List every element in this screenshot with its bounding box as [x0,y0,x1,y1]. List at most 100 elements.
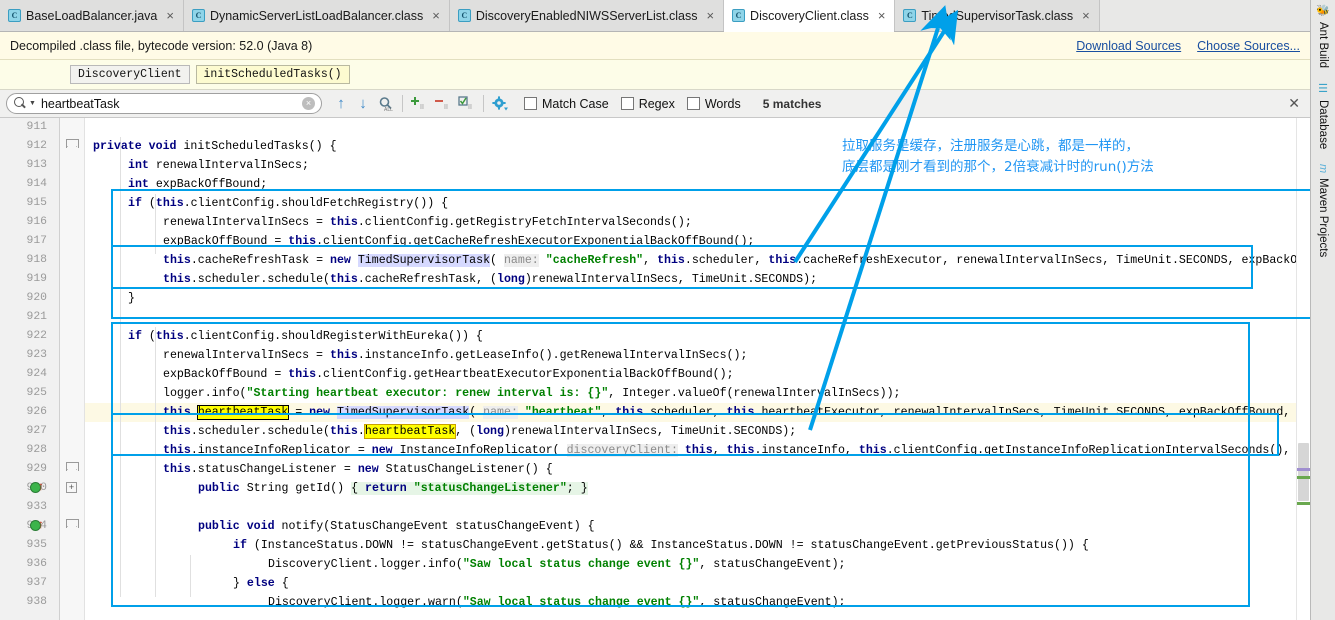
code-folding-gutter[interactable]: + [60,118,85,620]
search-input[interactable] [38,95,302,112]
words-checkbox[interactable]: Words [686,97,741,111]
code-line: if (this.clientConfig.shouldRegisterWith… [128,330,483,343]
code-line: int renewalIntervalInSecs; [128,159,309,172]
code-line: renewalIntervalInSecs = this.instanceInf… [163,349,748,362]
code-editor[interactable]: 911 912 913 914 915 916 917 918 919 920 … [0,118,1310,620]
line-number-gutter: 911 912 913 914 915 916 917 918 919 920 … [0,118,60,620]
code-line: this.scheduler.schedule(this.cacheRefres… [163,273,818,286]
line-number: 921 [26,311,47,323]
svg-text:ALL: ALL [384,107,393,112]
find-previous-button[interactable]: ↑ [330,95,352,112]
tab-bar-filler [1099,0,1310,31]
regex-checkbox[interactable]: Regex [620,97,675,111]
line-number: 927 [26,425,47,437]
line-number: 915 [26,197,47,209]
line-number: 925 [26,387,47,399]
code-line: DiscoveryClient.logger.warn("Saw local s… [268,596,846,609]
tab-label: DynamicServerListLoadBalancer.class [209,8,424,23]
decompiled-notice-text: Decompiled .class file, bytecode version… [10,38,313,53]
code-line: if (this.clientConfig.shouldFetchRegistr… [128,197,449,210]
method-overrides-icon[interactable]: ↑ [30,518,44,533]
right-tool-strip: 🐝 Ant Build ☰ Database m Maven Projects [1310,0,1335,620]
breadcrumb-item-class[interactable]: DiscoveryClient [70,65,190,84]
line-number: 920 [26,292,47,304]
fold-marker-expand[interactable]: + [66,482,77,493]
choose-sources-link[interactable]: Choose Sources... [1197,39,1300,53]
line-number: 926 [26,406,47,418]
database-icon: ☰ [1316,82,1329,96]
line-number: 917 [26,235,47,247]
fold-marker-collapse[interactable] [66,519,79,533]
ide-window: C BaseLoadBalancer.java × C DynamicServe… [0,0,1335,620]
java-class-icon: C [732,9,746,22]
line-number: 918 [26,254,47,266]
line-number: 914 [26,178,47,190]
tab-close-icon[interactable]: × [1082,9,1090,22]
code-line: this.instanceInfoReplicator = new Instan… [163,441,1310,460]
code-line: expBackOffBound = this.clientConfig.getH… [163,368,734,381]
clear-search-icon[interactable]: × [302,97,315,110]
code-line: int expBackOffBound; [128,178,268,191]
line-number: 912 [26,140,47,152]
tab-close-icon[interactable]: × [166,9,174,22]
tool-tab-database[interactable]: ☰ Database [1317,78,1330,159]
tab-label: DiscoveryClient.class [750,8,869,23]
tab-close-icon[interactable]: × [706,9,714,22]
scroll-marker[interactable] [1297,476,1310,479]
scrollbar-thumb[interactable] [1298,443,1309,501]
match-case-checkbox[interactable]: Match Case [524,97,609,111]
code-text-area[interactable]: private void initScheduledTasks() { int … [85,118,1310,620]
code-line: public String getId() { return "statusCh… [198,482,588,495]
editor-tab-0[interactable]: C BaseLoadBalancer.java × [0,0,184,31]
scroll-marker[interactable] [1297,468,1310,471]
fold-marker-collapse[interactable] [66,139,79,153]
search-field-wrapper[interactable]: ▼ × [6,93,322,114]
select-all-occurrences-icon[interactable]: II [455,94,479,114]
find-all-icon[interactable]: ALL [374,94,398,114]
close-find-icon[interactable]: ✕ [1288,95,1300,112]
editor-scrollbar[interactable] [1296,118,1310,620]
editor-tab-bar: C BaseLoadBalancer.java × C DynamicServe… [0,0,1310,32]
svg-text:II: II [420,104,424,111]
download-sources-link[interactable]: Download Sources [1076,39,1181,53]
code-line: public void notify(StatusChangeEvent sta… [198,520,595,533]
editor-tab-2[interactable]: C DiscoveryEnabledNIWSServerList.class × [449,0,725,31]
code-line: expBackOffBound = this.clientConfig.getC… [163,235,755,248]
line-number: 923 [26,349,47,361]
find-next-button[interactable]: ↓ [352,95,374,112]
tab-close-icon[interactable]: × [878,9,886,22]
code-line: this.statusChangeListener = new StatusCh… [163,463,553,476]
line-number: 928 [26,444,47,456]
breadcrumb-item-method[interactable]: initScheduledTasks() [195,65,350,84]
indent-guide [155,327,156,597]
chevron-down-icon[interactable]: ▼ [29,100,36,107]
tab-label: BaseLoadBalancer.java [26,8,158,23]
remove-selection-icon[interactable]: II [431,94,455,114]
tab-close-icon[interactable]: × [432,9,440,22]
indent-guide [190,555,191,597]
code-line: DiscoveryClient.logger.info("Saw local s… [268,558,846,571]
toolbar-divider [402,95,403,112]
code-line: logger.info("Starting heartbeat executor… [163,387,901,400]
line-number: 916 [26,216,47,228]
line-number: 913 [26,159,47,171]
method-overrides-icon[interactable]: ↑ [30,480,44,495]
java-class-icon: C [191,9,205,22]
fold-marker-collapse[interactable] [66,462,79,476]
maven-icon: m [1317,163,1329,173]
tab-label: TimedSupervisorTask.class [921,8,1074,23]
editor-tab-1[interactable]: C DynamicServerListLoadBalancer.class × [183,0,450,31]
tool-tab-ant-build[interactable]: 🐝 Ant Build [1317,0,1330,78]
code-line: if (InstanceStatus.DOWN != statusChangeE… [233,539,1089,552]
editor-tab-3[interactable]: C DiscoveryClient.class × [724,0,896,32]
code-line: } else { [233,577,289,590]
checkbox-box [620,97,634,110]
line-number: 938 [26,596,47,608]
editor-tab-4[interactable]: C TimedSupervisorTask.class × [895,0,1100,31]
svg-text:II: II [444,104,448,111]
add-selection-icon[interactable]: II [407,94,431,114]
search-icon [14,97,27,110]
scroll-marker[interactable] [1297,502,1310,505]
find-settings-icon[interactable] [488,94,512,114]
tool-tab-maven-projects[interactable]: m Maven Projects [1317,160,1329,267]
